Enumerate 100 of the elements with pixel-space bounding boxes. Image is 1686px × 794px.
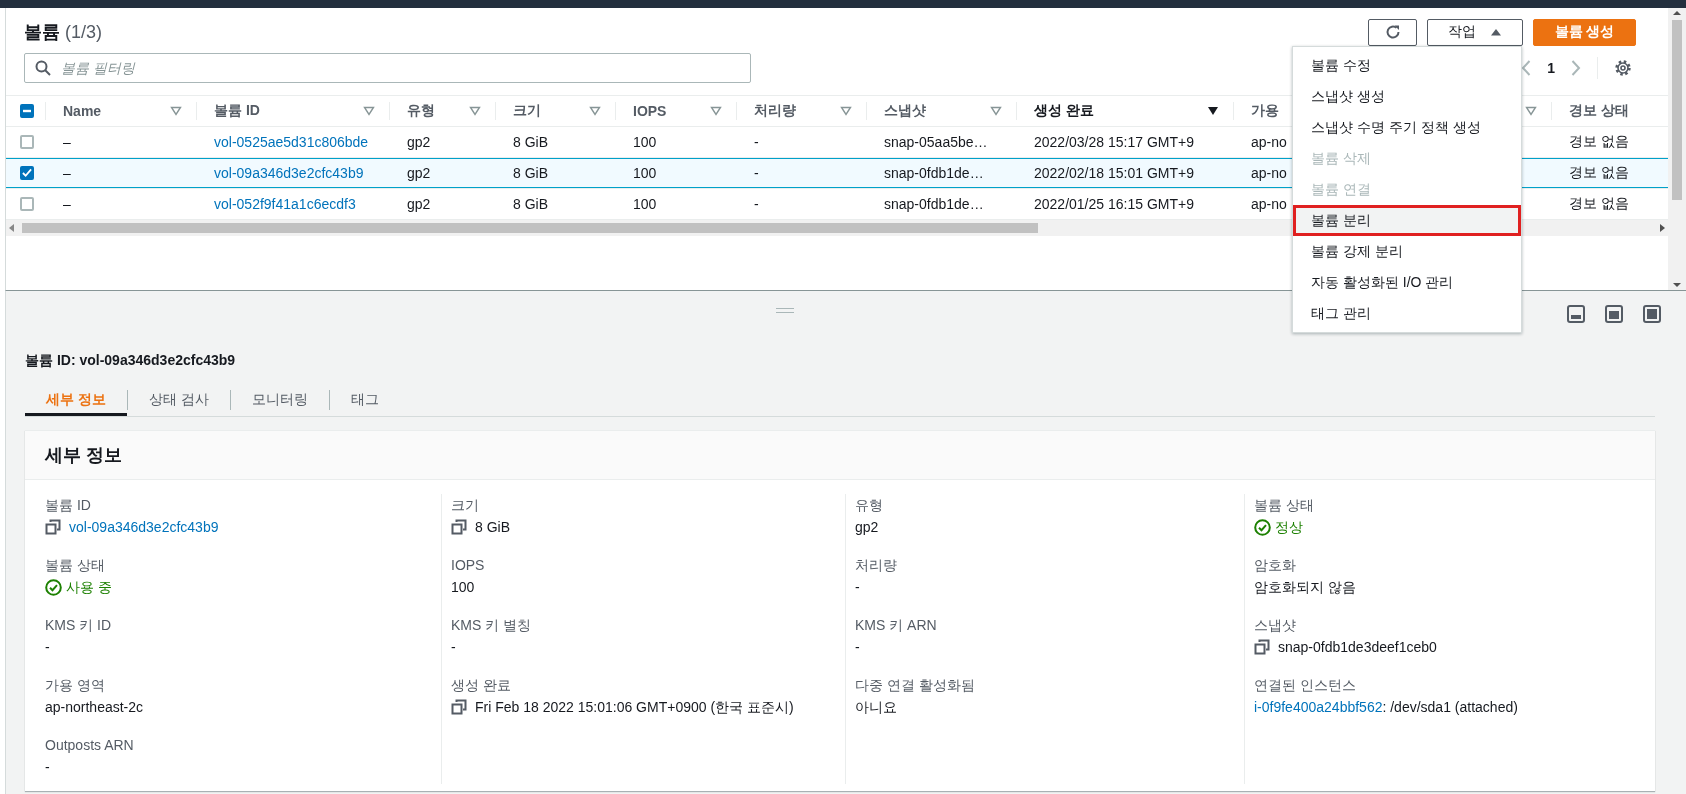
- checkbox[interactable]: [20, 135, 34, 149]
- table-cell: -: [754, 196, 759, 212]
- field-label: 가용 영역: [45, 676, 106, 695]
- field-label: 다중 연결 활성화됨: [855, 676, 976, 695]
- field-value: -: [855, 638, 860, 657]
- page-title: 볼륨 (1/3): [24, 21, 104, 44]
- table-cell: 8 GiB: [513, 134, 548, 150]
- status-text: 정상: [1275, 518, 1303, 537]
- copy-icon[interactable]: [1254, 639, 1270, 655]
- field-label: 볼륨 ID: [45, 496, 92, 515]
- scrollbar[interactable]: [1668, 8, 1686, 290]
- scroll-up-icon[interactable]: [1673, 8, 1681, 18]
- table-cell: 2022/01/25 16:15 GMT+9: [1034, 196, 1194, 212]
- table-cell: 경보 없음: [1569, 164, 1629, 182]
- field-value: -: [451, 638, 456, 657]
- panel-title: 볼륨 ID: vol-09a346d3e2cfc43b9: [25, 351, 237, 370]
- field-label: 생성 완료: [451, 676, 512, 695]
- table-cell: 8 GiB: [513, 165, 548, 181]
- column-header: 유형: [407, 102, 435, 120]
- table-cell: 2022/02/18 15:01 GMT+9: [1034, 165, 1194, 181]
- column-header: IOPS: [633, 103, 667, 119]
- scroll-left-icon[interactable]: [9, 224, 15, 232]
- table-cell: 경보 없음: [1569, 195, 1629, 213]
- check-icon: [22, 168, 32, 178]
- table-cell: 2022/03/28 15:17 GMT+9: [1034, 134, 1194, 150]
- caret-icon: [1490, 28, 1502, 36]
- field-label: 볼륨 상태: [1254, 496, 1315, 515]
- column-header: 크기: [513, 102, 541, 120]
- refresh-button[interactable]: [1368, 18, 1417, 46]
- field-label: Outposts ARN: [45, 736, 135, 755]
- full-panel-icon[interactable]: [1643, 305, 1661, 323]
- resize-handle-icon[interactable]: [776, 308, 794, 313]
- column-header: 볼륨 ID: [214, 102, 260, 120]
- checkbox[interactable]: [20, 197, 34, 211]
- field-label: 유형: [855, 496, 884, 515]
- table-cell: ap-no: [1251, 165, 1287, 181]
- field-value: snap-0fdb1de3deef1ceb0: [1278, 638, 1437, 657]
- menu-item[interactable]: 스냅샷 생성: [1293, 81, 1521, 112]
- field-value: ap-northeast-2c: [45, 698, 144, 717]
- menu-item[interactable]: 볼륨 수정: [1293, 50, 1521, 81]
- table-cell: snap-0fdb1de…: [884, 196, 984, 212]
- table-cell: ap-no: [1251, 196, 1287, 212]
- table-cell: snap-0fdb1de…: [884, 165, 984, 181]
- column-header: 스냅샷: [884, 102, 926, 120]
- field-label: 처리량: [855, 556, 898, 575]
- table-cell: gp2: [407, 196, 431, 212]
- copy-icon[interactable]: [451, 519, 467, 535]
- card-title: 세부 정보: [45, 444, 122, 467]
- table-cell: -: [754, 165, 759, 181]
- column-header: Name: [63, 103, 102, 119]
- field-label: 크기: [451, 496, 480, 515]
- table-cell: –: [63, 165, 71, 181]
- menu-item[interactable]: 볼륨 분리: [1293, 205, 1521, 236]
- table-cell: 100: [633, 165, 657, 181]
- field-value: Fri Feb 18 2022 15:01:06 GMT+0900 (한국 표준시): [475, 698, 794, 717]
- field-label: IOPS: [451, 556, 486, 575]
- status-text: 사용 중: [66, 578, 112, 597]
- bottom-panel-icon[interactable]: [1567, 305, 1585, 323]
- volume-id-link[interactable]: vol-09a346d3e2cfc43b9: [214, 165, 364, 181]
- volume-id-link[interactable]: vol-0525ae5d31c806bde: [214, 134, 369, 150]
- copy-icon[interactable]: [45, 519, 61, 535]
- actions-button[interactable]: 작업: [1427, 18, 1523, 46]
- copy-icon[interactable]: [451, 699, 467, 715]
- volume-id-link[interactable]: vol-09a346d3e2cfc43b9: [69, 516, 219, 538]
- menu-item[interactable]: 자동 활성화된 I/O 관리: [1293, 267, 1521, 298]
- search-field[interactable]: 볼륨 필터링: [24, 53, 751, 83]
- checkbox[interactable]: [20, 104, 34, 118]
- column-header: 경보 상태: [1569, 102, 1629, 120]
- table-cell: –: [63, 134, 71, 150]
- table-cell: 8 GiB: [513, 196, 548, 212]
- checkbox[interactable]: [20, 166, 34, 180]
- field-value: 아니요: [855, 698, 897, 717]
- column-header: 처리량: [754, 102, 796, 120]
- volume-id-link[interactable]: vol-052f9f41a1c6ecdf3: [214, 196, 356, 212]
- column-header: 가용: [1251, 102, 1279, 120]
- tab[interactable]: 상태 검사: [127, 384, 230, 416]
- field-label: 암호화: [1254, 556, 1297, 575]
- tab[interactable]: 태그: [329, 384, 400, 416]
- field-label: KMS 키 ID: [45, 616, 113, 635]
- table-cell: ap-no: [1251, 134, 1287, 150]
- search-icon: [35, 60, 51, 76]
- field-label: 볼륨 상태: [45, 556, 106, 575]
- tab[interactable]: 모니터링: [230, 384, 329, 416]
- side-panel-icon[interactable]: [1605, 305, 1623, 323]
- field-value: gp2: [855, 518, 879, 537]
- table-cell: gp2: [407, 165, 431, 181]
- sort-icon[interactable]: [1207, 106, 1219, 116]
- field-value: i-0f9fe400a24bbf562: /dev/sda1 (attached): [1254, 698, 1518, 717]
- table-cell: –: [63, 196, 71, 212]
- table-cell: 100: [633, 196, 657, 212]
- table-cell: gp2: [407, 134, 431, 150]
- scroll-right-icon[interactable]: [1659, 224, 1665, 232]
- menu-item[interactable]: 볼륨 강제 분리: [1293, 236, 1521, 267]
- field-value: 암호화되지 않음: [1254, 578, 1356, 597]
- page-number[interactable]: 1: [1547, 60, 1555, 76]
- field-value: 100: [451, 578, 475, 597]
- menu-item[interactable]: 태그 관리: [1293, 298, 1521, 329]
- scroll-down-icon[interactable]: [1673, 280, 1681, 290]
- success-icon: [45, 578, 62, 596]
- settings-icon[interactable]: [1614, 59, 1632, 77]
